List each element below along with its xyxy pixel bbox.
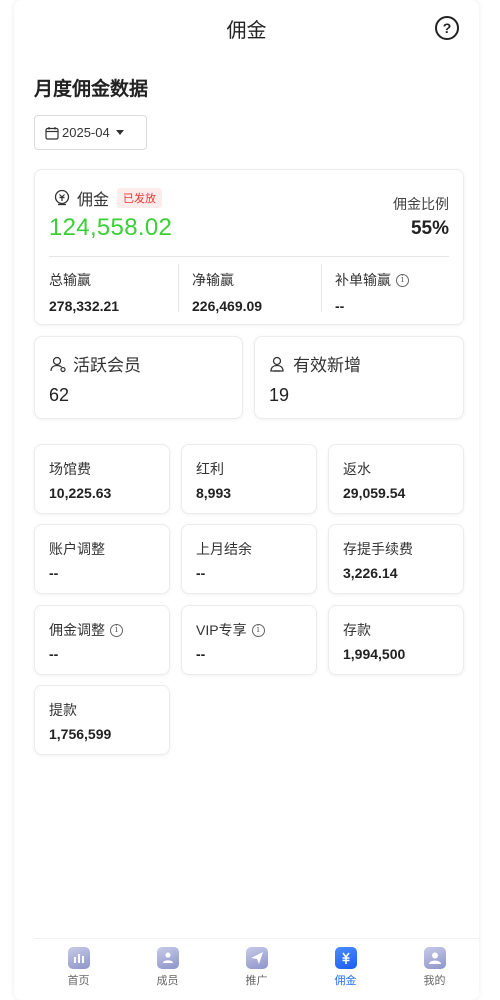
tile-label: 上月结余 <box>196 541 252 557</box>
makeup-win-loss-value: -- <box>335 298 345 314</box>
info-icon[interactable]: i <box>251 623 265 637</box>
tile-value: -- <box>196 565 206 581</box>
tile-label: 存提手续费 <box>343 541 413 557</box>
tab-promote[interactable]: 推广 <box>227 947 287 988</box>
tile-bonus[interactable]: 红利 8,993 <box>181 444 317 514</box>
tile-value: 29,059.54 <box>343 485 406 501</box>
tile-label: 存款 <box>343 622 371 638</box>
tab-label: 首页 <box>67 975 90 987</box>
tab-profile[interactable]: 我的 <box>405 947 465 988</box>
status-badge: 已发放 <box>117 188 163 208</box>
tab-label: 佣金 <box>334 975 357 987</box>
chevron-down-icon <box>115 130 124 135</box>
tile-label: 返水 <box>343 461 371 477</box>
tile-rebate[interactable]: 返水 29,059.54 <box>328 444 464 514</box>
month-picker[interactable]: 2025-04 <box>34 115 147 150</box>
tile-venue-fee[interactable]: 场馆费 10,225.63 <box>34 444 170 514</box>
tab-label: 成员 <box>156 975 179 987</box>
app-screen: 佣金 ? 月度佣金数据 2025-04 佣金 已发放 124,558.02 佣金… <box>14 0 479 1000</box>
new-valid-value: 19 <box>269 385 290 405</box>
tile-value: -- <box>49 646 59 662</box>
header: 佣金 ? <box>14 0 479 56</box>
total-win-loss-label: 总输赢 <box>49 272 91 288</box>
tab-members[interactable]: 成员 <box>138 947 198 988</box>
tile-commission-adjustment[interactable]: 佣金调整 i -- <box>34 605 170 675</box>
info-icon[interactable]: i <box>396 273 409 287</box>
active-members-value: 62 <box>49 385 70 405</box>
makeup-win-loss-label: 补单输赢 <box>335 272 391 288</box>
commission-header: 佣金 已发放 <box>53 186 163 210</box>
tile-value: -- <box>49 565 59 581</box>
net-win-loss-value: 226,469.09 <box>192 298 263 314</box>
tile-deposit-withdraw-fee[interactable]: 存提手续费 3,226.14 <box>328 524 464 594</box>
info-icon[interactable]: i <box>110 623 123 637</box>
help-circle-icon[interactable]: ? <box>435 16 459 40</box>
net-win-loss: 净输赢 226,469.09 <box>192 270 262 314</box>
divider <box>49 256 449 257</box>
commission-card: 佣金 已发放 124,558.02 佣金比例 55% 总输赢 278,332.2… <box>34 169 464 325</box>
commission-value: 124,558.02 <box>49 214 173 241</box>
total-win-loss-value: 278,332.21 <box>49 298 120 314</box>
commission-icon <box>334 947 357 969</box>
tile-label: VIP专享 <box>196 622 247 638</box>
net-win-loss-label: 净输赢 <box>192 272 234 288</box>
tile-value: 10,225.63 <box>49 485 112 501</box>
tile-withdrawal[interactable]: 提款 1,756,599 <box>34 685 170 755</box>
tile-vip-exclusive[interactable]: VIP专享 i -- <box>181 605 317 675</box>
bottom-tab-bar: 首页 成员 推广 佣金 我的 <box>34 938 479 996</box>
home-icon <box>67 947 90 969</box>
tile-label: 场馆费 <box>49 461 91 477</box>
ratio-value: 55% <box>410 218 449 239</box>
tile-label: 佣金调整 <box>49 622 105 638</box>
section-title: 月度佣金数据 <box>34 79 149 100</box>
calendar-icon <box>45 126 59 140</box>
commission-label: 佣金 <box>77 192 110 209</box>
month-picker-value: 2025-04 <box>62 125 110 140</box>
tile-last-month-balance[interactable]: 上月结余 -- <box>181 524 317 594</box>
tile-value: 3,226.14 <box>343 565 398 581</box>
divider <box>178 264 179 312</box>
page-title: 佣金 <box>226 19 267 42</box>
makeup-win-loss: 补单输赢 i -- <box>335 270 409 314</box>
user-icon <box>50 356 66 372</box>
tile-account-adjustment[interactable]: 账户调整 -- <box>34 524 170 594</box>
new-valid-card[interactable]: 有效新增 19 <box>254 336 464 419</box>
tile-label: 账户调整 <box>49 541 105 557</box>
members-icon <box>156 947 179 969</box>
user-add-icon <box>270 356 284 372</box>
ratio-label: 佣金比例 <box>393 196 449 212</box>
tile-deposit[interactable]: 存款 1,994,500 <box>328 605 464 675</box>
tile-value: 1,994,500 <box>343 646 406 662</box>
tile-value: 1,756,599 <box>49 726 112 742</box>
tile-value: 8,993 <box>196 485 232 501</box>
tile-label: 红利 <box>196 461 224 477</box>
promote-icon <box>245 947 268 969</box>
total-win-loss: 总输赢 278,332.21 <box>49 270 119 314</box>
active-members-label: 活跃会员 <box>73 356 141 375</box>
new-valid-label: 有效新增 <box>293 356 361 375</box>
tab-label: 推广 <box>245 975 268 987</box>
tab-commission[interactable]: 佣金 <box>316 947 376 988</box>
tab-home[interactable]: 首页 <box>49 947 109 988</box>
coin-icon <box>54 189 70 206</box>
tile-value: -- <box>196 646 206 662</box>
tile-label: 提款 <box>49 702 77 718</box>
active-members-card[interactable]: 活跃会员 62 <box>34 336 243 419</box>
divider <box>321 264 322 312</box>
tab-label: 我的 <box>423 975 446 987</box>
profile-icon <box>423 947 446 969</box>
